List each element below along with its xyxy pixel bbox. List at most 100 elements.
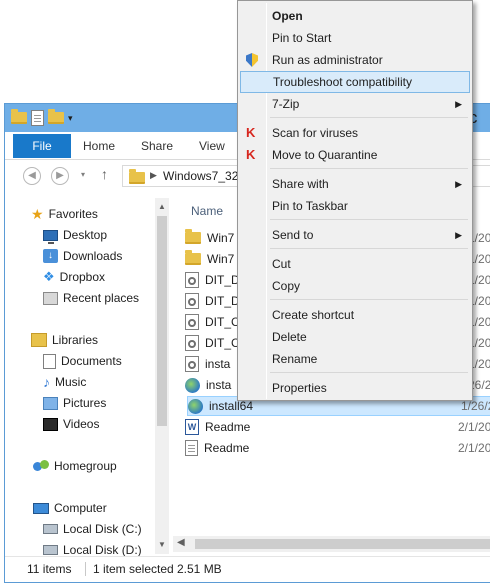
tab-home[interactable]: Home	[83, 132, 115, 160]
nav-favorites[interactable]: ★ Favorites	[31, 204, 98, 224]
folder-icon[interactable]	[11, 109, 27, 124]
scroll-down-icon[interactable]: ▼	[155, 538, 169, 552]
nav-homegroup[interactable]: Homegroup	[33, 456, 117, 476]
music-icon: ♪	[43, 374, 50, 390]
file-name: DIT_C	[205, 315, 240, 329]
menu-item-quarantine[interactable]: K Move to Quarantine	[240, 144, 470, 166]
scroll-left-icon[interactable]: ◀	[177, 537, 185, 548]
menu-item-create-shortcut[interactable]: Create shortcut	[240, 304, 470, 326]
nav-recent-places[interactable]: Recent places	[43, 288, 139, 308]
nav-scrollbar[interactable]: ▲ ▼	[155, 198, 169, 554]
file-date: 2/1/201	[458, 420, 490, 434]
nav-local-disk-c[interactable]: Local Disk (C:)	[43, 519, 142, 539]
status-bar: 11 items 1 item selected 2.51 MB	[5, 556, 490, 580]
menu-item-copy[interactable]: Copy	[240, 275, 470, 297]
chevron-right-icon[interactable]: ▶	[150, 170, 157, 181]
nav-label: Music	[55, 375, 87, 389]
menu-label: Copy	[272, 279, 301, 293]
nav-documents[interactable]: Documents	[43, 351, 122, 371]
menu-item-open[interactable]: Open	[240, 5, 470, 27]
globe-installer-icon	[185, 377, 200, 393]
scroll-thumb[interactable]	[195, 539, 490, 549]
dropbox-icon: ❖	[43, 269, 55, 284]
menu-item-share-with[interactable]: Share with ▶	[240, 173, 470, 195]
nav-music[interactable]: ♪ Music	[43, 372, 86, 392]
nav-pictures[interactable]: Pictures	[43, 393, 106, 413]
nav-videos[interactable]: Videos	[43, 414, 99, 434]
menu-item-troubleshoot[interactable]: Troubleshoot compatibility	[240, 71, 470, 93]
menu-separator	[270, 219, 468, 220]
menu-label: Pin to Start	[272, 31, 332, 45]
disk-icon	[43, 545, 58, 555]
status-selected: 1 item selected	[93, 562, 174, 576]
new-folder-icon[interactable]	[48, 109, 64, 124]
horizontal-scrollbar[interactable]: ◀	[173, 536, 490, 552]
menu-label: Create shortcut	[272, 308, 355, 322]
back-icon[interactable]: ◀	[23, 167, 41, 185]
menu-item-7zip[interactable]: 7-Zip ▶	[240, 93, 470, 115]
file-name: DIT_D	[205, 273, 240, 287]
tab-file[interactable]: File	[13, 134, 71, 158]
menu-item-run-as-admin[interactable]: Run as administrator	[240, 49, 470, 71]
menu-label: Move to Quarantine	[272, 148, 378, 162]
settings-file-icon	[185, 356, 199, 372]
file-name: install64	[209, 399, 254, 413]
menu-item-properties[interactable]: Properties	[240, 377, 470, 399]
navigation-pane: ★ Favorites Desktop ↓ Downloads ❖ Dropbo…	[5, 194, 171, 556]
file-name: insta	[205, 357, 231, 371]
customize-qat-icon[interactable]: ▾	[68, 113, 73, 124]
nav-label: Homegroup	[54, 459, 117, 473]
nav-label: Local Disk (C:)	[63, 522, 142, 536]
file-date: 1/26/20	[461, 399, 490, 413]
tab-view[interactable]: View	[199, 132, 225, 160]
nav-label: Recent places	[63, 291, 140, 305]
nav-label: Dropbox	[59, 270, 106, 284]
file-name: DIT_D	[205, 294, 240, 308]
nav-label: Videos	[63, 417, 100, 431]
nav-desktop[interactable]: Desktop	[43, 225, 107, 245]
star-icon: ★	[31, 206, 44, 222]
menu-item-pin-to-start[interactable]: Pin to Start	[240, 27, 470, 49]
nav-computer[interactable]: Computer	[33, 498, 107, 518]
menu-label: Send to	[272, 228, 314, 242]
menu-label: Share with	[272, 177, 329, 191]
nav-downloads[interactable]: ↓ Downloads	[43, 246, 122, 266]
tab-share[interactable]: Share	[141, 132, 173, 160]
menu-item-rename[interactable]: Rename	[240, 348, 470, 370]
file-row[interactable]: Readme 2/1/201	[185, 438, 490, 458]
nav-dropbox[interactable]: ❖ Dropbox	[43, 267, 105, 287]
pictures-icon	[43, 396, 58, 410]
menu-label: Cut	[272, 257, 291, 271]
computer-icon	[33, 502, 49, 514]
menu-label: Troubleshoot compatibility	[273, 75, 412, 89]
nav-label: Favorites	[48, 207, 98, 221]
column-header-name[interactable]: Name	[191, 204, 223, 218]
file-row[interactable]: W Readme 2/1/201	[185, 417, 490, 437]
properties-icon[interactable]	[31, 110, 44, 126]
nav-libraries[interactable]: Libraries	[31, 330, 98, 350]
scroll-thumb[interactable]	[157, 216, 167, 426]
nav-label: Computer	[54, 501, 107, 515]
documents-icon	[43, 353, 56, 369]
menu-item-cut[interactable]: Cut	[240, 253, 470, 275]
nav-label: Documents	[61, 354, 122, 368]
context-menu: Open Pin to Start Run as administrator T…	[237, 0, 473, 401]
menu-separator	[270, 372, 468, 373]
menu-item-scan-viruses[interactable]: K Scan for viruses	[240, 122, 470, 144]
nav-label: Libraries	[52, 333, 99, 347]
folder-icon	[185, 229, 201, 244]
menu-item-delete[interactable]: Delete	[240, 326, 470, 348]
scroll-up-icon[interactable]: ▲	[155, 200, 169, 214]
videos-icon	[43, 417, 58, 431]
menu-label: 7-Zip	[272, 97, 300, 111]
nav-local-disk-d[interactable]: Local Disk (D:)	[43, 540, 142, 556]
word-doc-icon: W	[185, 419, 199, 435]
menu-item-pin-to-taskbar[interactable]: Pin to Taskbar	[240, 195, 470, 217]
up-icon[interactable]: ↑	[101, 166, 108, 182]
menu-separator	[270, 299, 468, 300]
menu-label: Open	[272, 9, 303, 23]
recent-locations-icon[interactable]: ▾	[81, 170, 85, 179]
forward-icon[interactable]: ▶	[51, 167, 69, 185]
menu-item-send-to[interactable]: Send to ▶	[240, 224, 470, 246]
menu-label: Pin to Taskbar	[272, 199, 348, 213]
